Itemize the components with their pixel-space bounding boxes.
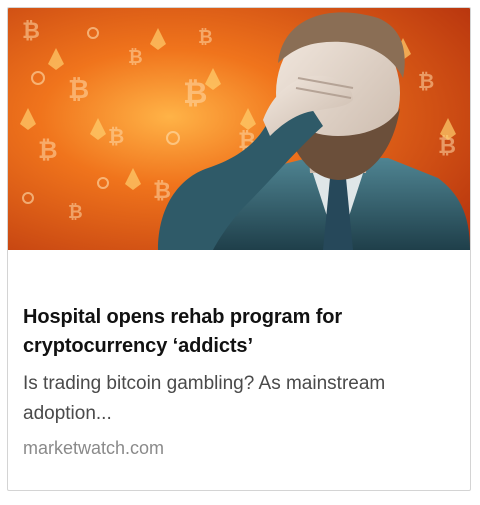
news-card[interactable]: ₿ ₿ ₿ ₿ ₿ ₿ ₿ ₿ ₿ ₿ ₿ ₿ Hospital opens r… bbox=[7, 7, 471, 491]
bitcoin-icon: ₿ bbox=[183, 77, 207, 110]
bitcoin-icon: ₿ bbox=[128, 47, 143, 67]
thumbnail-illustration: ₿ ₿ ₿ ₿ ₿ ₿ ₿ ₿ ₿ ₿ ₿ ₿ bbox=[8, 8, 470, 250]
bitcoin-icon: ₿ bbox=[38, 137, 58, 164]
article-source: marketwatch.com bbox=[23, 438, 165, 458]
bitcoin-icon: ₿ bbox=[418, 71, 434, 93]
article-headline[interactable]: Hospital opens rehab program for cryptoc… bbox=[23, 303, 456, 361]
article-text: Hospital opens rehab program for cryptoc… bbox=[23, 303, 456, 461]
bitcoin-icon: ₿ bbox=[198, 27, 213, 47]
article-thumbnail[interactable]: ₿ ₿ ₿ ₿ ₿ ₿ ₿ ₿ ₿ ₿ ₿ ₿ bbox=[8, 8, 470, 250]
article-snippet: Is trading bitcoin gambling? As mainstre… bbox=[23, 373, 386, 424]
bitcoin-icon: ₿ bbox=[68, 202, 83, 222]
bitcoin-icon: ₿ bbox=[153, 178, 171, 203]
bitcoin-icon: ₿ bbox=[108, 126, 124, 148]
bitcoin-icon: ₿ bbox=[22, 18, 40, 43]
bitcoin-icon: ₿ bbox=[68, 74, 89, 104]
